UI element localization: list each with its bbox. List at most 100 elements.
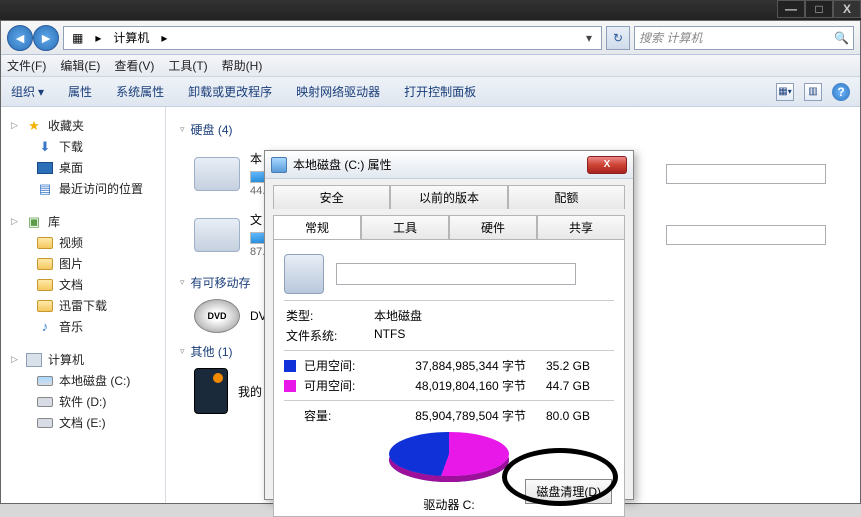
uninstall-button[interactable]: 卸载或更改程序 bbox=[188, 83, 272, 100]
tree-item-documents[interactable]: 文档 bbox=[1, 274, 165, 295]
tree-item-recent[interactable]: ▤最近访问的位置 bbox=[1, 178, 165, 199]
tab-quota[interactable]: 配额 bbox=[508, 185, 625, 209]
maximize-button[interactable]: □ bbox=[805, 0, 833, 18]
dvd-icon: DVD bbox=[194, 299, 240, 333]
control-panel-button[interactable]: 打开控制面板 bbox=[404, 83, 476, 100]
chevron-down-icon: ▾ bbox=[38, 85, 44, 99]
tab-sharing[interactable]: 共享 bbox=[537, 215, 625, 239]
drive-large-icon bbox=[284, 254, 324, 294]
minimize-button[interactable]: — bbox=[777, 0, 805, 18]
menu-bar: 文件(F) 编辑(E) 查看(V) 工具(T) 帮助(H) bbox=[1, 55, 860, 77]
menu-edit[interactable]: 编辑(E) bbox=[60, 57, 100, 74]
tree-item-pictures[interactable]: 图片 bbox=[1, 253, 165, 274]
tab-tools[interactable]: 工具 bbox=[361, 215, 449, 239]
music-icon: ♪ bbox=[37, 319, 53, 335]
tree-item-drive-e[interactable]: 文档 (E:) bbox=[1, 412, 165, 433]
collapse-icon: ▿ bbox=[180, 346, 185, 357]
disk-cleanup-button[interactable]: 磁盘清理(D) bbox=[525, 479, 612, 504]
drive-label-input[interactable] bbox=[336, 263, 576, 285]
dialog-titlebar[interactable]: 本地磁盘 (C:) 属性 X bbox=[265, 151, 633, 179]
filesystem-value: NTFS bbox=[374, 327, 405, 344]
tree-item-drive-c[interactable]: 本地磁盘 (C:) bbox=[1, 370, 165, 391]
properties-button[interactable]: 属性 bbox=[68, 83, 92, 100]
type-label: 类型: bbox=[286, 307, 356, 324]
collapse-icon: ▿ bbox=[180, 277, 185, 288]
tree-libraries[interactable]: ▷▣库 bbox=[1, 211, 165, 232]
menu-file[interactable]: 文件(F) bbox=[7, 57, 46, 74]
recent-icon: ▤ bbox=[37, 181, 53, 197]
free-space-label: 可用空间: bbox=[304, 377, 368, 394]
free-space-bytes: 48,019,804,160 字节 bbox=[376, 377, 526, 394]
tree-item-downloads[interactable]: ⬇下载 bbox=[1, 136, 165, 157]
close-button[interactable]: X bbox=[833, 0, 861, 18]
properties-dialog: 本地磁盘 (C:) 属性 X 安全 以前的版本 配额 常规 工具 硬件 共享 类… bbox=[264, 150, 634, 500]
tab-row-bottom: 常规 工具 硬件 共享 bbox=[265, 209, 633, 239]
menu-view[interactable]: 查看(V) bbox=[114, 57, 154, 74]
free-color-swatch bbox=[284, 380, 296, 392]
tree-item-music[interactable]: ♪音乐 bbox=[1, 316, 165, 337]
breadcrumb-item[interactable]: 计算机 bbox=[109, 29, 153, 46]
drive-icon bbox=[37, 418, 53, 428]
capacity-gb: 80.0 GB bbox=[534, 409, 590, 423]
map-drive-button[interactable]: 映射网络驱动器 bbox=[296, 83, 380, 100]
used-space-gb: 35.2 GB bbox=[534, 359, 590, 373]
breadcrumb-arrow-icon[interactable]: ▸ bbox=[157, 31, 171, 45]
system-properties-button[interactable]: 系统属性 bbox=[116, 83, 164, 100]
menu-tools[interactable]: 工具(T) bbox=[168, 57, 207, 74]
search-icon[interactable]: 🔍 bbox=[834, 31, 849, 45]
tab-security[interactable]: 安全 bbox=[273, 185, 390, 209]
refresh-button[interactable]: ↻ bbox=[606, 26, 630, 50]
tree-computer[interactable]: ▷计算机 bbox=[1, 349, 165, 370]
back-button[interactable]: ◄ bbox=[7, 25, 33, 51]
preview-pane-button[interactable]: ▥ bbox=[804, 83, 822, 101]
organize-button[interactable]: 组织 ▾ bbox=[11, 83, 44, 100]
search-input[interactable]: 搜索 计算机 🔍 bbox=[634, 26, 854, 50]
dialog-title: 本地磁盘 (C:) 属性 bbox=[293, 156, 392, 173]
type-value: 本地磁盘 bbox=[374, 307, 422, 324]
drive-icon bbox=[37, 376, 53, 386]
used-space-bytes: 37,884,985,344 字节 bbox=[376, 357, 526, 374]
breadcrumb-bar[interactable]: ▦ ▸ 计算机 ▸ ▾ bbox=[63, 26, 602, 50]
drive-icon bbox=[271, 157, 287, 173]
computer-icon bbox=[26, 353, 42, 367]
drive-icon bbox=[194, 157, 240, 191]
filesystem-label: 文件系统: bbox=[286, 327, 356, 344]
section-hard-disks[interactable]: ▿硬盘 (4) bbox=[180, 121, 846, 138]
capacity-bytes: 85,904,789,504 字节 bbox=[376, 407, 526, 424]
rename-input[interactable] bbox=[666, 164, 826, 184]
menu-help[interactable]: 帮助(H) bbox=[222, 57, 263, 74]
help-icon[interactable]: ? bbox=[832, 83, 850, 101]
tab-row-top: 安全 以前的版本 配额 bbox=[265, 179, 633, 209]
folder-icon bbox=[37, 300, 53, 312]
view-options-button[interactable]: ▦ ▾ bbox=[776, 83, 794, 101]
navigation-pane: ▷★收藏夹 ⬇下载 桌面 ▤最近访问的位置 ▷▣库 视频 图片 文档 迅雷下载 … bbox=[1, 107, 166, 503]
tab-content: 类型:本地磁盘 文件系统:NTFS 已用空间: 37,884,985,344 字… bbox=[273, 239, 625, 517]
window-controls: — □ X bbox=[777, 0, 861, 18]
forward-button[interactable]: ► bbox=[33, 25, 59, 51]
rename-input[interactable] bbox=[666, 225, 826, 245]
device-name: 我的 bbox=[238, 383, 262, 400]
breadcrumb-arrow-icon[interactable]: ▸ bbox=[91, 31, 105, 45]
folder-icon bbox=[37, 258, 53, 270]
used-color-swatch bbox=[284, 360, 296, 372]
folder-icon bbox=[37, 237, 53, 249]
drive-icon bbox=[194, 218, 240, 252]
phone-icon bbox=[194, 368, 228, 414]
navigation-bar: ◄ ► ▦ ▸ 计算机 ▸ ▾ ↻ 搜索 计算机 🔍 bbox=[1, 21, 860, 55]
tree-item-drive-d[interactable]: 软件 (D:) bbox=[1, 391, 165, 412]
tab-previous-versions[interactable]: 以前的版本 bbox=[390, 185, 507, 209]
tab-hardware[interactable]: 硬件 bbox=[449, 215, 537, 239]
library-icon: ▣ bbox=[26, 214, 42, 230]
capacity-label: 容量: bbox=[304, 407, 368, 424]
breadcrumb-dropdown-icon[interactable]: ▾ bbox=[581, 31, 597, 45]
collapse-icon: ▿ bbox=[180, 124, 185, 135]
computer-icon: ▦ bbox=[68, 31, 87, 45]
tree-favorites[interactable]: ▷★收藏夹 bbox=[1, 115, 165, 136]
tree-item-xunlei[interactable]: 迅雷下载 bbox=[1, 295, 165, 316]
tree-item-videos[interactable]: 视频 bbox=[1, 232, 165, 253]
tab-general[interactable]: 常规 bbox=[273, 215, 361, 239]
dialog-close-button[interactable]: X bbox=[587, 156, 627, 174]
tree-item-desktop[interactable]: 桌面 bbox=[1, 157, 165, 178]
star-icon: ★ bbox=[26, 118, 42, 134]
taskbar-strip bbox=[0, 0, 861, 20]
